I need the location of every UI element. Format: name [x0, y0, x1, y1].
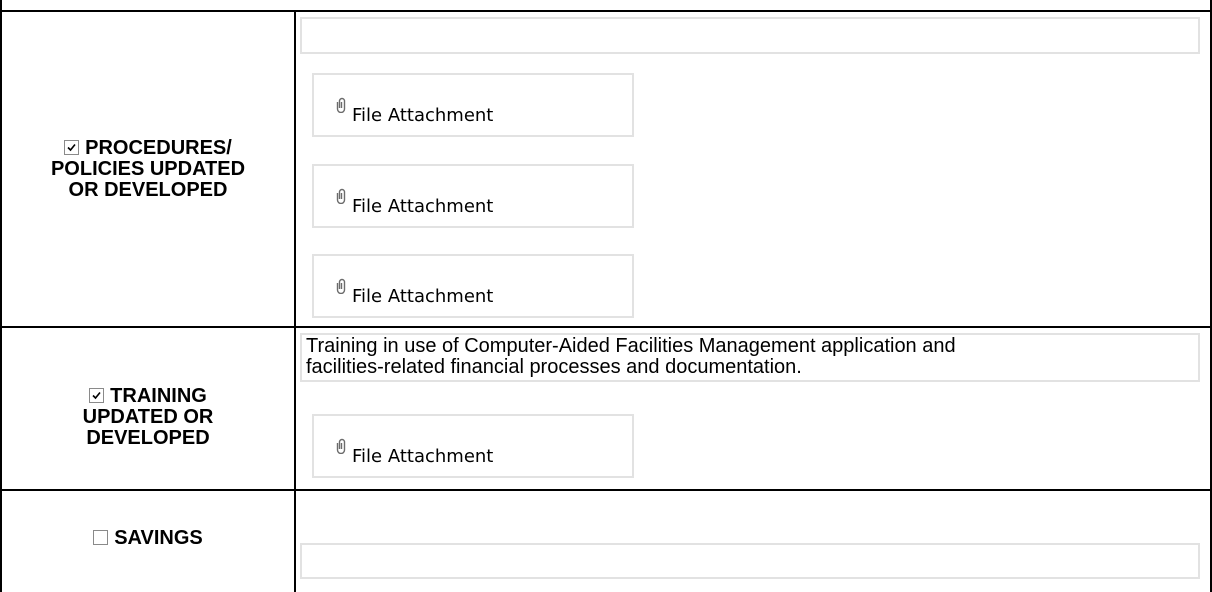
- row-label: PROCEDURES/ POLICIES UPDATED OR DEVELOPE…: [50, 136, 246, 201]
- attachment-label: File Attachment: [352, 105, 494, 126]
- form-table: PROCEDURES/ POLICIES UPDATED OR DEVELOPE…: [0, 0, 1212, 592]
- attachment-label: File Attachment: [352, 446, 494, 467]
- column-divider: [294, 10, 296, 592]
- file-attachment-button[interactable]: File Attachment: [312, 164, 634, 228]
- checkbox-icon[interactable]: [89, 388, 105, 403]
- paperclip-icon: [336, 438, 346, 454]
- row-label-cell: SAVINGS: [2, 491, 294, 592]
- file-attachment-button[interactable]: File Attachment: [312, 254, 634, 318]
- attachment-label: File Attachment: [352, 286, 494, 307]
- checkbox-icon[interactable]: [93, 530, 109, 545]
- row-label-cell: TRAINING UPDATED OR DEVELOPED: [2, 328, 294, 489]
- text-field[interactable]: Training in use of Computer-Aided Facili…: [300, 333, 1200, 382]
- text-field[interactable]: [300, 543, 1200, 579]
- paperclip-icon: [336, 97, 346, 113]
- paperclip-icon: [336, 278, 346, 294]
- paperclip-icon: [336, 188, 346, 204]
- text-field[interactable]: [300, 17, 1200, 54]
- file-attachment-button[interactable]: File Attachment: [312, 414, 634, 478]
- row-label: SAVINGS: [93, 528, 203, 549]
- file-attachment-button[interactable]: File Attachment: [312, 73, 634, 137]
- checkbox-icon[interactable]: [64, 139, 80, 155]
- row-label-cell: PROCEDURES/ POLICIES UPDATED OR DEVELOPE…: [2, 12, 294, 326]
- row-label: TRAINING UPDATED OR DEVELOPED: [82, 385, 214, 449]
- attachment-label: File Attachment: [352, 196, 494, 217]
